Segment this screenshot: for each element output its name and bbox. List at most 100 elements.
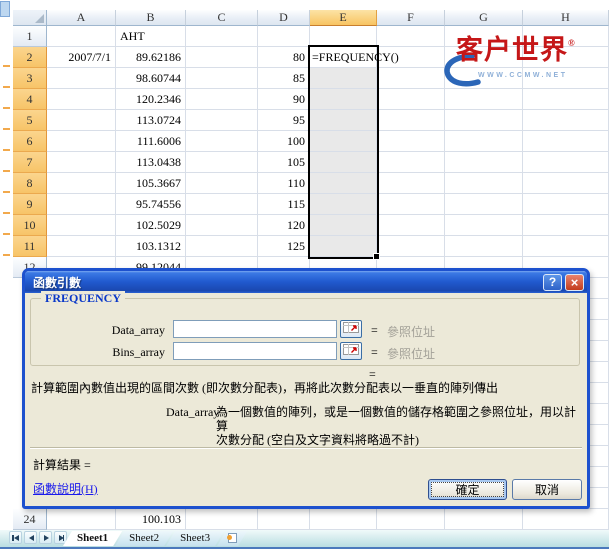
cell-B5[interactable]: 113.0724 <box>116 110 186 131</box>
cell-G9[interactable] <box>445 194 523 215</box>
cell-A7[interactable] <box>47 152 116 173</box>
cell-C2[interactable] <box>186 47 258 68</box>
cell-E2[interactable]: =FREQUENCY() <box>310 47 377 68</box>
cell-C3[interactable] <box>186 68 258 89</box>
data-array-collapse-button[interactable] <box>340 320 362 338</box>
cell-F6[interactable] <box>377 131 445 152</box>
cell-E9[interactable] <box>310 194 377 215</box>
cell-D3[interactable]: 85 <box>258 68 310 89</box>
cell-G7[interactable] <box>445 152 523 173</box>
cell-G5[interactable] <box>445 110 523 131</box>
cell-B10[interactable]: 102.5029 <box>116 215 186 236</box>
cell-C9[interactable] <box>186 194 258 215</box>
cell-A5[interactable] <box>47 110 116 131</box>
cell-A2[interactable]: 2007/7/1 <box>47 47 116 68</box>
cell-A4[interactable] <box>47 89 116 110</box>
cell-B4[interactable]: 120.2346 <box>116 89 186 110</box>
column-header-B[interactable]: B <box>116 10 186 26</box>
cell-H7[interactable] <box>523 152 609 173</box>
column-header-D[interactable]: D <box>258 10 310 26</box>
cell-G8[interactable] <box>445 173 523 194</box>
previous-sheet-button[interactable] <box>24 531 37 544</box>
cell-F10[interactable] <box>377 215 445 236</box>
cell-B1[interactable]: AHT <box>116 26 186 47</box>
cell-A1[interactable] <box>47 26 116 47</box>
row-header-10[interactable]: 10 <box>13 215 47 236</box>
column-header-A[interactable]: A <box>47 10 116 26</box>
column-header-E[interactable]: E <box>310 10 377 26</box>
cell-E6[interactable] <box>310 131 377 152</box>
cell-H24[interactable] <box>523 509 609 530</box>
first-sheet-button[interactable] <box>9 531 22 544</box>
cell-A9[interactable] <box>47 194 116 215</box>
cell-B3[interactable]: 98.60744 <box>116 68 186 89</box>
cell-H8[interactable] <box>523 173 609 194</box>
cancel-button[interactable]: 取消 <box>512 479 582 500</box>
cell-D7[interactable]: 105 <box>258 152 310 173</box>
row-header-6[interactable]: 6 <box>13 131 47 152</box>
cell-D2[interactable]: 80 <box>258 47 310 68</box>
sheet-tab-sheet3[interactable]: Sheet3 <box>166 531 224 546</box>
column-header-C[interactable]: C <box>186 10 258 26</box>
cell-E7[interactable] <box>310 152 377 173</box>
row-header-2[interactable]: 2 <box>13 47 47 68</box>
cell-E11[interactable] <box>310 236 377 257</box>
function-help-link[interactable]: 函數說明(H) <box>33 480 98 497</box>
cell-C10[interactable] <box>186 215 258 236</box>
cell-H5[interactable] <box>523 110 609 131</box>
help-button[interactable]: ? <box>543 274 562 291</box>
cell-A8[interactable] <box>47 173 116 194</box>
cell-H9[interactable] <box>523 194 609 215</box>
cell-E3[interactable] <box>310 68 377 89</box>
cell-F8[interactable] <box>377 173 445 194</box>
cell-B9[interactable]: 95.74556 <box>116 194 186 215</box>
cell-E4[interactable] <box>310 89 377 110</box>
cell-E8[interactable] <box>310 173 377 194</box>
cell-D4[interactable]: 90 <box>258 89 310 110</box>
data-array-input[interactable] <box>173 320 337 338</box>
cell-E5[interactable] <box>310 110 377 131</box>
cell-E1[interactable] <box>310 26 377 47</box>
select-all-corner[interactable] <box>13 10 47 26</box>
cell-B6[interactable]: 111.6006 <box>116 131 186 152</box>
cell-D9[interactable]: 115 <box>258 194 310 215</box>
fill-handle[interactable] <box>373 253 380 260</box>
dialog-titlebar[interactable]: 函數引數 ? × <box>25 271 587 293</box>
cell-F5[interactable] <box>377 110 445 131</box>
row-header-3[interactable]: 3 <box>13 68 47 89</box>
cell-H11[interactable] <box>523 236 609 257</box>
cell-G6[interactable] <box>445 131 523 152</box>
cell-F11[interactable] <box>377 236 445 257</box>
cell-D10[interactable]: 120 <box>258 215 310 236</box>
cell-G11[interactable] <box>445 236 523 257</box>
bins-array-input[interactable] <box>173 342 337 360</box>
cell-G10[interactable] <box>445 215 523 236</box>
cell-A24[interactable] <box>47 509 116 530</box>
row-header-5[interactable]: 5 <box>13 110 47 131</box>
cell-E24[interactable] <box>310 509 377 530</box>
cell-B2[interactable]: 89.62186 <box>116 47 186 68</box>
next-sheet-button[interactable] <box>39 531 52 544</box>
cell-B11[interactable]: 103.1312 <box>116 236 186 257</box>
cell-D24[interactable] <box>258 509 310 530</box>
column-header-G[interactable]: G <box>445 10 523 26</box>
cell-D5[interactable]: 95 <box>258 110 310 131</box>
cell-F3[interactable] <box>377 68 445 89</box>
row-header-1[interactable]: 1 <box>13 26 47 47</box>
cell-C4[interactable] <box>186 89 258 110</box>
cell-F1[interactable] <box>377 26 445 47</box>
sheet-tab-sheet1[interactable]: Sheet1 <box>63 531 122 546</box>
row-header-8[interactable]: 8 <box>13 173 47 194</box>
ok-button[interactable]: 確定 <box>428 479 507 500</box>
row-header-7[interactable]: 7 <box>13 152 47 173</box>
cell-A10[interactable] <box>47 215 116 236</box>
cell-A6[interactable] <box>47 131 116 152</box>
cell-C6[interactable] <box>186 131 258 152</box>
cell-A3[interactable] <box>47 68 116 89</box>
column-header-F[interactable]: F <box>377 10 445 26</box>
cell-F7[interactable] <box>377 152 445 173</box>
cell-B8[interactable]: 105.3667 <box>116 173 186 194</box>
cell-B7[interactable]: 113.0438 <box>116 152 186 173</box>
cell-C5[interactable] <box>186 110 258 131</box>
cell-F9[interactable] <box>377 194 445 215</box>
